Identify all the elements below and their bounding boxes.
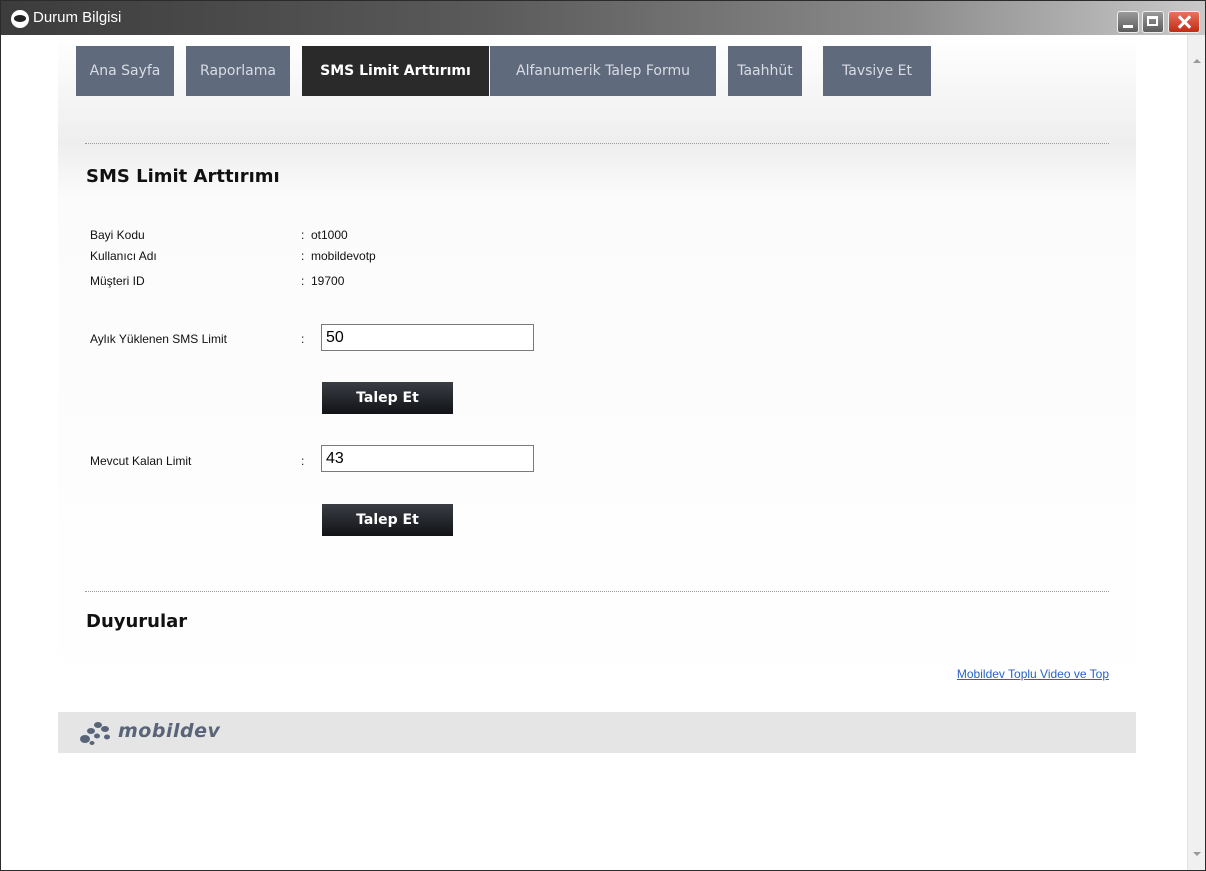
- info-value-kullanici-adi: mobildevotp: [311, 249, 376, 263]
- info-value-bayi-kodu: ot1000: [311, 228, 348, 242]
- remaining-limit-input[interactable]: [321, 445, 534, 472]
- mobildev-logo-icon: [80, 722, 110, 745]
- page-container: Ana Sayfa Raporlama SMS Limit Arttırımı …: [58, 35, 1136, 712]
- minimize-button[interactable]: [1117, 11, 1139, 33]
- tab-tavsiye-et[interactable]: Tavsiye Et: [823, 46, 931, 96]
- tab-sms-limit-arttirimi[interactable]: SMS Limit Arttırımı: [302, 46, 489, 96]
- announcements-title: Duyurular: [86, 611, 188, 632]
- remaining-request-button[interactable]: Talep Et: [322, 504, 453, 536]
- announcement-link[interactable]: Mobildev Toplu Video ve Top: [957, 667, 1109, 681]
- info-value-musteri-id: 19700: [311, 274, 345, 288]
- title-bar[interactable]: Durum Bilgisi: [1, 1, 1205, 35]
- footer: mobildev: [58, 712, 1136, 753]
- app-eye-icon: [11, 10, 29, 28]
- scroll-up-icon[interactable]: [1193, 59, 1201, 63]
- window-title: Durum Bilgisi: [33, 9, 122, 26]
- form-separator: :: [301, 454, 305, 468]
- tab-raporlama[interactable]: Raporlama: [186, 46, 290, 96]
- mobildev-logo-text: mobildev: [118, 720, 221, 742]
- monthly-limit-label: Aylık Yüklenen SMS Limit: [90, 332, 227, 346]
- app-window: Durum Bilgisi Ana Sayfa Raporlama SMS Li…: [0, 0, 1206, 871]
- form-separator: :: [301, 332, 305, 346]
- vertical-scrollbar[interactable]: [1187, 35, 1205, 870]
- page-viewport: Ana Sayfa Raporlama SMS Limit Arttırımı …: [1, 35, 1187, 870]
- info-separator: :: [301, 274, 305, 288]
- info-label-musteri-id: Müşteri ID: [90, 274, 145, 288]
- divider: [85, 143, 1109, 144]
- close-button[interactable]: [1168, 11, 1200, 33]
- maximize-button[interactable]: [1142, 11, 1164, 33]
- monthly-request-button[interactable]: Talep Et: [322, 382, 453, 414]
- info-label-bayi-kodu: Bayi Kodu: [90, 228, 145, 242]
- remaining-limit-label: Mevcut Kalan Limit: [90, 454, 192, 468]
- section-title: SMS Limit Arttırımı: [86, 166, 280, 187]
- info-separator: :: [301, 228, 305, 242]
- tab-ana-sayfa[interactable]: Ana Sayfa: [76, 46, 174, 96]
- info-separator: :: [301, 249, 305, 263]
- scroll-down-icon[interactable]: [1193, 852, 1201, 856]
- tab-taahhut[interactable]: Taahhüt: [728, 46, 802, 96]
- divider: [85, 591, 1109, 592]
- info-label-kullanici-adi: Kullanıcı Adı: [90, 249, 157, 263]
- tab-alfanumerik-talep-formu[interactable]: Alfanumerik Talep Formu: [490, 46, 716, 96]
- monthly-limit-input[interactable]: [321, 324, 534, 351]
